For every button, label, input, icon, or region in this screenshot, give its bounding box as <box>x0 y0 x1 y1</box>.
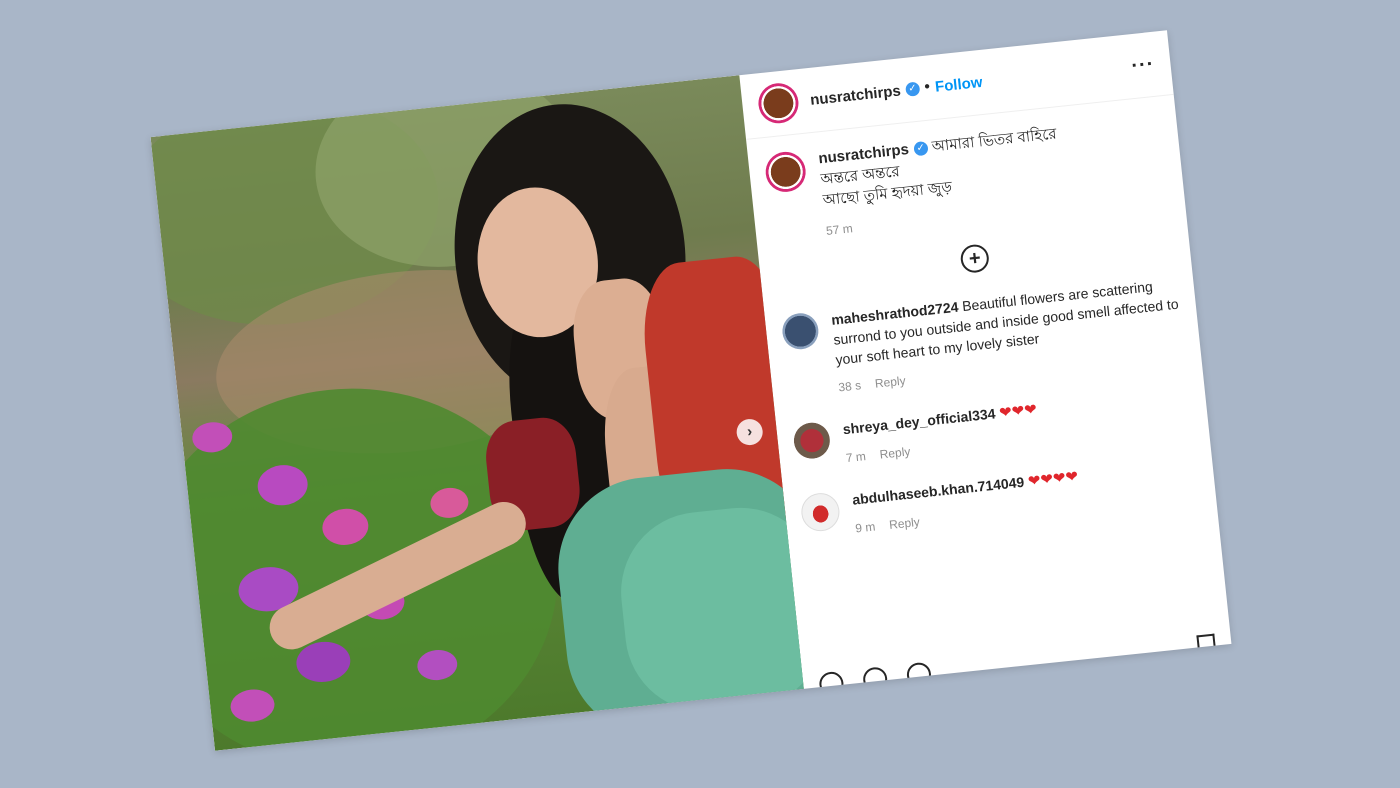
comment-time: 38 s <box>837 378 862 395</box>
comment-text: ❤❤❤❤ <box>1027 468 1079 491</box>
reply-button[interactable]: Reply <box>879 444 911 461</box>
post-side-panel: nusratchirps ✓ • Follow ··· nusratchirps… <box>739 30 1231 698</box>
comment-icon[interactable] <box>862 666 889 693</box>
plus-circle-icon: + <box>967 247 982 271</box>
post-photo[interactable]: › <box>150 75 804 751</box>
commenter-avatar[interactable] <box>792 420 832 461</box>
instagram-post-card: › nusratchirps ✓ • Follow ··· nusratchir… <box>150 30 1232 751</box>
verified-check-icon: ✓ <box>904 81 921 97</box>
comment-time: 9 m <box>854 519 876 536</box>
comment-username[interactable]: shreya_dey_official334 <box>842 405 996 437</box>
follow-button[interactable]: Follow <box>934 73 983 95</box>
more-options-icon[interactable]: ··· <box>1130 52 1155 77</box>
bookmark-icon[interactable] <box>1196 633 1217 654</box>
action-bar <box>818 661 933 698</box>
verified-check-icon: ✓ <box>913 140 929 157</box>
comment-text: ❤❤❤ <box>998 401 1038 422</box>
caption-avatar[interactable] <box>763 149 808 194</box>
reply-button[interactable]: Reply <box>888 515 920 532</box>
like-icon[interactable] <box>818 670 845 698</box>
comment-item: maheshrathod2724 Beautiful flowers are s… <box>765 272 1202 404</box>
reply-button[interactable]: Reply <box>874 374 906 391</box>
author-username[interactable]: nusratchirps <box>809 82 901 108</box>
chevron-right-icon: › <box>746 422 753 441</box>
commenter-avatar[interactable] <box>780 311 821 352</box>
share-icon[interactable] <box>905 661 933 688</box>
separator-dot: • <box>923 78 931 96</box>
commenter-avatar[interactable] <box>799 491 842 534</box>
author-avatar[interactable] <box>756 81 801 126</box>
load-more-comments-button[interactable]: + <box>959 243 991 275</box>
comment-time: 7 m <box>845 449 867 466</box>
